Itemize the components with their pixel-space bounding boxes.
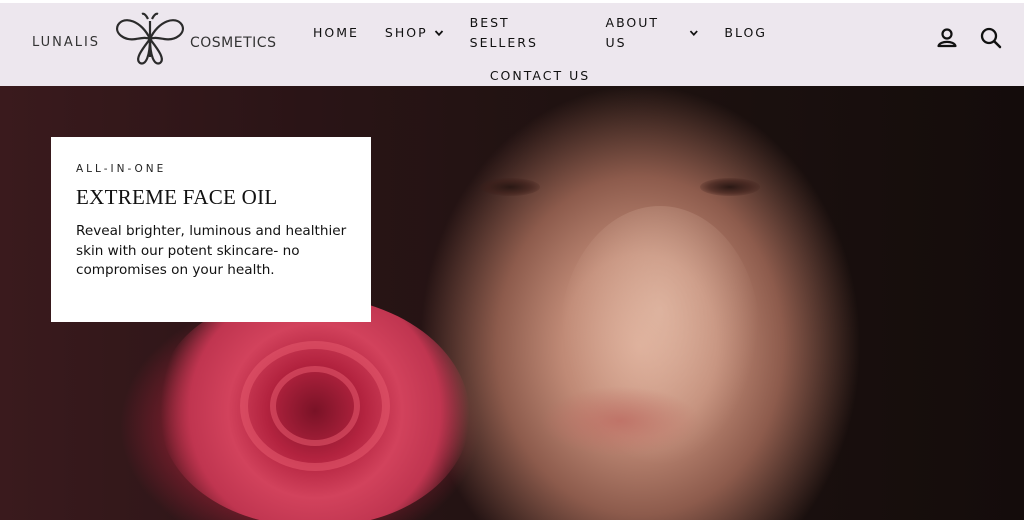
nav-item-contact-us[interactable]: CONTACT US (477, 64, 603, 88)
nav-item-best-sellers[interactable]: BEST SELLERS (457, 11, 593, 55)
nav-item-home[interactable]: HOME (300, 11, 372, 55)
brand-logo[interactable]: LUNALIS COSMETICS (32, 11, 276, 71)
account-icon (937, 28, 957, 48)
site-header: LUNALIS COSMETICS HOME SHOP BEST SELLERS… (0, 0, 1024, 86)
chevron-down-icon (434, 30, 443, 37)
nav-item-about-us[interactable]: ABOUT US (593, 11, 712, 55)
chevron-down-icon (689, 30, 698, 37)
hero-image-eye-right (700, 178, 760, 196)
nav-item-label: CONTACT US (489, 68, 591, 83)
hero-image-eye-left (480, 178, 540, 196)
hero-image-lips (540, 386, 700, 456)
nav-item-shop[interactable]: SHOP (372, 11, 457, 55)
hero-title: EXTREME FACE OIL (76, 185, 278, 209)
search-icon (980, 27, 1002, 49)
nav-item-label: HOME (313, 25, 359, 40)
nav-row-1: HOME SHOP BEST SELLERS ABOUT US BLOG (300, 11, 780, 55)
hero-eyebrow: ALL-IN-ONE (76, 163, 167, 175)
main-nav: HOME SHOP BEST SELLERS ABOUT US BLOG CON… (300, 11, 780, 88)
nav-item-label: BEST SELLERS (469, 15, 538, 50)
brand-name-left: LUNALIS (32, 35, 101, 50)
account-button[interactable] (934, 25, 960, 51)
brand-name-right: COSMETICS (190, 35, 277, 51)
hero-description: Reveal brighter, luminous and healthier … (76, 223, 347, 278)
nav-item-label: BLOG (724, 25, 767, 40)
hero-card: ALL-IN-ONE EXTREME FACE OIL Reveal brigh… (51, 137, 371, 322)
nav-item-blog[interactable]: BLOG (711, 11, 780, 55)
nav-item-label: ABOUT US (605, 15, 660, 50)
search-button[interactable] (978, 25, 1004, 51)
nav-item-label: SHOP (384, 25, 428, 40)
butterfly-logo-icon (116, 12, 184, 65)
rose-petal-ring (240, 341, 390, 471)
hero-image-rose (160, 296, 470, 520)
nav-row-2: CONTACT US (300, 64, 780, 88)
